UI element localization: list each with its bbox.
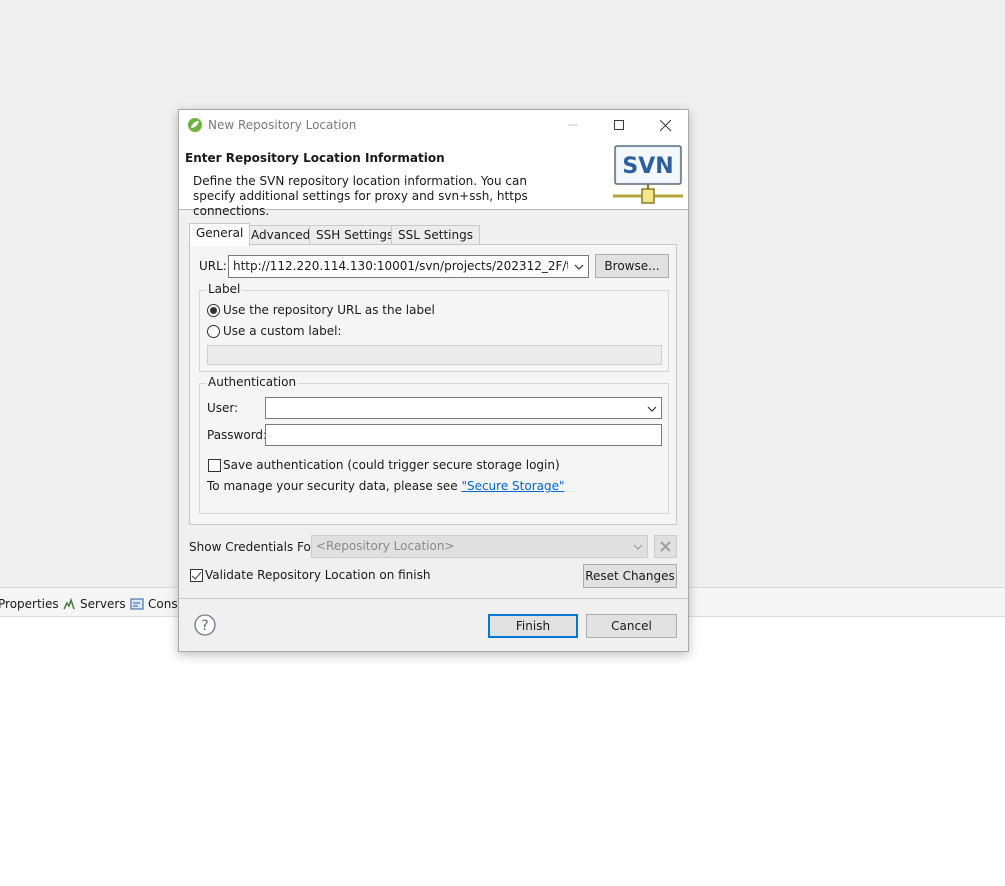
finish-button[interactable]: Finish — [488, 614, 578, 638]
help-icon[interactable]: ? — [194, 614, 216, 636]
minimize-button[interactable] — [550, 110, 596, 140]
show-credentials-label: Show Credentials For: — [189, 540, 320, 554]
delete-credentials-button[interactable] — [654, 535, 677, 558]
tab-servers[interactable]: Servers — [62, 597, 126, 611]
svn-logo-text: SVN — [622, 154, 673, 179]
authentication-group-title: Authentication — [206, 375, 299, 389]
security-data-prefix: To manage your security data, please see — [207, 479, 458, 493]
tab-properties-label: Properties — [0, 597, 59, 611]
validate-label: Validate Repository Location on finish — [205, 568, 431, 582]
user-label: User: — [207, 401, 239, 415]
svn-logo-icon: SVN — [613, 145, 683, 204]
dialog-header: Enter Repository Location Information De… — [179, 140, 688, 218]
save-authentication-checkbox[interactable] — [208, 459, 221, 472]
svg-text:?: ? — [201, 618, 208, 634]
password-label: Password: — [207, 428, 268, 442]
validate-checkbox[interactable] — [190, 569, 203, 582]
credentials-value: <Repository Location> — [316, 539, 455, 553]
header-description: Define the SVN repository location infor… — [193, 174, 528, 218]
tab-servers-label: Servers — [80, 597, 126, 611]
password-field[interactable] — [265, 424, 662, 446]
footer-separator — [179, 598, 688, 599]
security-data-text: To manage your security data, please see… — [207, 479, 565, 493]
dialog-titlebar[interactable]: New Repository Location — [179, 110, 688, 140]
tab-ssh-settings[interactable]: SSH Settings — [309, 225, 401, 245]
tab-general[interactable]: General — [189, 223, 251, 246]
minimize-icon — [568, 124, 578, 126]
secure-storage-link[interactable]: "Secure Storage" — [461, 479, 564, 493]
url-combo[interactable]: http://112.220.114.130:10001/svn/project… — [228, 255, 589, 278]
general-tab-panel: URL: http://112.220.114.130:10001/svn/pr… — [189, 244, 677, 525]
tab-properties[interactable]: Properties — [0, 597, 59, 611]
label-group-title: Label — [206, 282, 243, 296]
credentials-combo[interactable]: <Repository Location> — [311, 535, 648, 558]
servers-icon — [63, 597, 75, 610]
maximize-button[interactable] — [596, 110, 642, 140]
save-authentication-label: Save authentication (could trigger secur… — [223, 458, 560, 472]
user-combo[interactable] — [265, 397, 662, 419]
chevron-down-icon — [647, 406, 657, 412]
radio-custom-label[interactable] — [207, 325, 220, 338]
spring-leaf-icon — [188, 118, 202, 132]
console-icon — [130, 598, 144, 610]
header-title: Enter Repository Location Information — [185, 151, 445, 165]
url-label: URL: — [199, 259, 227, 273]
browse-button[interactable]: Browse... — [595, 254, 669, 278]
authentication-group: Authentication User: Password: Save auth… — [199, 375, 669, 514]
custom-label-input[interactable] — [207, 345, 662, 365]
cancel-button[interactable]: Cancel — [586, 614, 677, 638]
reset-changes-button[interactable]: Reset Changes — [583, 564, 677, 588]
maximize-icon — [614, 120, 624, 130]
new-repository-location-dialog: New Repository Location Enter Repository… — [178, 109, 689, 652]
tab-console[interactable]: Conso — [130, 597, 185, 611]
radio-repo-url-text: Use the repository URL as the label — [223, 303, 435, 317]
chevron-down-icon — [633, 544, 643, 550]
radio-custom-text: Use a custom label: — [223, 324, 342, 338]
chevron-down-icon — [574, 264, 584, 270]
close-icon — [659, 119, 671, 131]
delete-icon — [660, 541, 671, 552]
url-value: http://112.220.114.130:10001/svn/project… — [233, 259, 568, 273]
dialog-title: New Repository Location — [208, 118, 357, 132]
ide-bottom-panel — [0, 617, 1005, 886]
close-button[interactable] — [642, 110, 688, 140]
label-group: Label Use the repository URL as the labe… — [199, 282, 669, 372]
radio-repo-url-label[interactable] — [207, 304, 220, 317]
tab-advanced[interactable]: Advanced — [244, 225, 318, 245]
tab-ssl-settings[interactable]: SSL Settings — [391, 225, 480, 245]
